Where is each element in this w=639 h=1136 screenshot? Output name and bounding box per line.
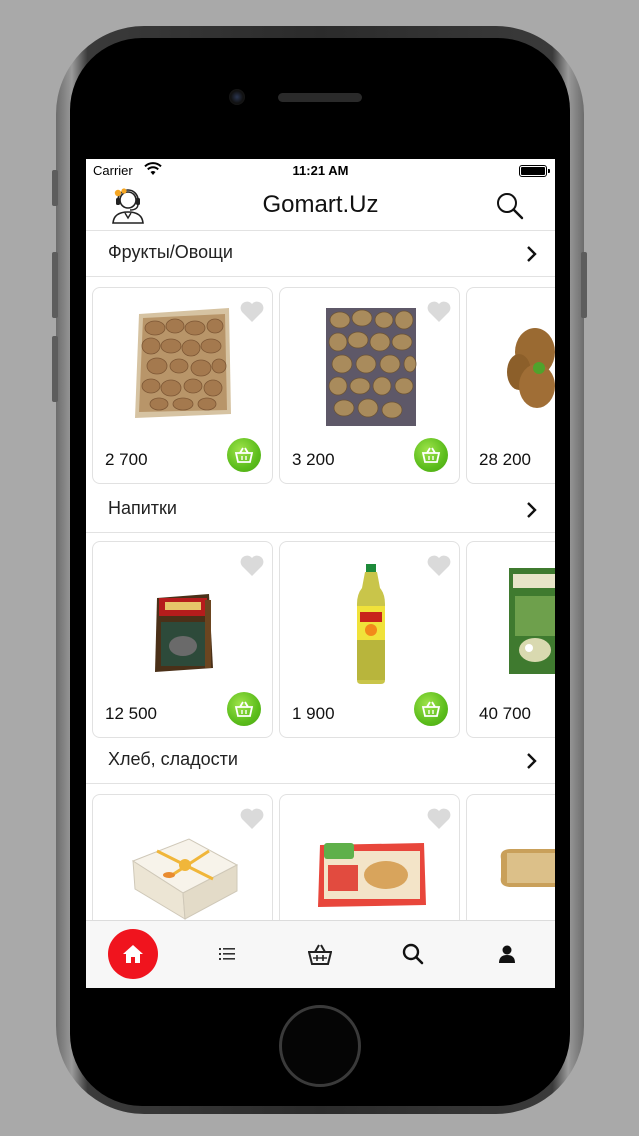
add-to-cart-button[interactable]	[414, 692, 448, 726]
status-time: 11:21 AM	[292, 163, 349, 178]
list-icon	[219, 948, 235, 960]
basket-icon	[421, 447, 441, 463]
favorite-heart-icon[interactable]	[426, 554, 452, 578]
product-card[interactable]: 28 200	[466, 287, 555, 484]
product-row-drinks: 12 500 1 900 40 700	[86, 541, 555, 739]
bottom-tab-bar	[86, 920, 555, 988]
favorite-heart-icon[interactable]	[239, 554, 265, 578]
add-to-cart-button[interactable]	[227, 438, 261, 472]
favorite-heart-icon[interactable]	[426, 807, 452, 831]
search-icon[interactable]	[495, 191, 525, 221]
home-hardware-button[interactable]	[279, 1005, 361, 1087]
product-image-kiwi	[507, 328, 555, 408]
power-button	[581, 252, 587, 318]
status-bar: Carrier 11:21 AM	[86, 159, 555, 183]
basket-icon	[234, 447, 254, 463]
mute-switch	[52, 170, 58, 206]
tab-catalog[interactable]	[202, 929, 252, 979]
product-card[interactable]: 2 700	[92, 287, 273, 484]
profile-icon	[499, 945, 515, 963]
product-image-tea-box	[155, 594, 213, 672]
add-to-cart-button[interactable]	[414, 438, 448, 472]
product-card[interactable]: 3 200	[279, 287, 460, 484]
home-icon	[123, 945, 143, 963]
section-title: Хлеб, сладости	[108, 749, 238, 769]
product-image-cake-box	[131, 838, 239, 920]
add-to-cart-button[interactable]	[227, 692, 261, 726]
product-image-green-tea-box	[509, 568, 555, 674]
chevron-right-icon	[527, 753, 537, 769]
section-title: Напитки	[108, 498, 177, 518]
battery-icon	[519, 165, 550, 177]
app-header: Gomart.Uz	[86, 183, 555, 231]
front-camera	[229, 89, 245, 105]
product-image-biscuit-roll	[500, 849, 555, 887]
tab-search[interactable]	[388, 929, 438, 979]
product-image-potatoes-box	[135, 308, 231, 418]
volume-up-button	[52, 252, 58, 318]
section-header-drinks[interactable]: Напитки	[86, 487, 555, 533]
app-screen: Carrier 11:21 AM Gomart.Uz Фрукты/Овощи …	[86, 159, 555, 988]
tab-profile[interactable]	[482, 929, 532, 979]
page-title: Gomart.Uz	[262, 191, 379, 218]
product-price: 12 500	[105, 704, 157, 723]
product-price: 1 900	[292, 704, 335, 723]
favorite-heart-icon[interactable]	[239, 300, 265, 324]
product-price: 2 700	[105, 450, 148, 469]
product-image-potatoes	[326, 308, 417, 426]
favorite-heart-icon[interactable]	[426, 300, 452, 324]
favorite-heart-icon[interactable]	[239, 807, 265, 831]
volume-down-button	[52, 336, 58, 402]
earpiece-speaker	[278, 93, 362, 102]
product-card[interactable]: 40 700	[466, 541, 555, 738]
tab-cart[interactable]	[295, 929, 345, 979]
product-image-iced-tea-bottle	[357, 564, 385, 684]
basket-icon	[421, 701, 441, 717]
search-icon	[402, 943, 424, 965]
product-image-snack-pack	[318, 843, 426, 907]
product-card[interactable]: 12 500	[92, 541, 273, 738]
basket-icon	[308, 944, 332, 965]
chevron-right-icon	[527, 246, 537, 262]
section-header-fruits[interactable]: Фрукты/Овощи	[86, 231, 555, 277]
product-price: 40 700	[479, 704, 531, 723]
chevron-right-icon	[527, 502, 537, 518]
product-price: 3 200	[292, 450, 335, 469]
basket-icon	[234, 701, 254, 717]
tab-home[interactable]	[108, 929, 158, 979]
product-price: 28 200	[479, 450, 531, 469]
product-row-fruits: 2 700 3 200 28 200	[86, 287, 555, 485]
product-card[interactable]: 1 900	[279, 541, 460, 738]
section-header-bread-sweets[interactable]: Хлеб, сладости	[86, 738, 555, 784]
section-title: Фрукты/Овощи	[108, 242, 233, 262]
